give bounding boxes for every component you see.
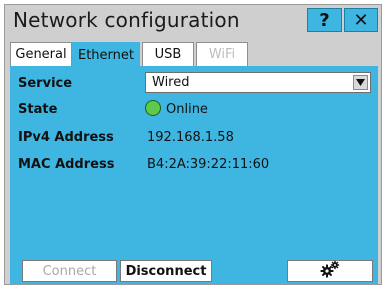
ipv4-label: IPv4 Address xyxy=(18,130,114,145)
help-icon: ? xyxy=(319,9,330,31)
service-select-value: Wired xyxy=(152,75,190,90)
online-status-icon xyxy=(145,100,161,116)
tab-usb[interactable]: USB xyxy=(142,42,194,66)
mac-label: MAC Address xyxy=(18,157,115,172)
service-select[interactable]: Wired xyxy=(145,72,371,93)
ipv4-value: 192.168.1.58 xyxy=(147,130,234,145)
ethernet-panel: Service Wired State Online IPv4 Address … xyxy=(10,66,378,284)
close-icon: ✕ xyxy=(353,9,369,31)
settings-button[interactable] xyxy=(287,260,373,282)
state-label: State xyxy=(18,102,58,117)
network-config-window: Network configuration ? ✕ General Ethern… xyxy=(4,4,382,285)
state-value: Online xyxy=(166,102,208,117)
title-bar: Network configuration ? ✕ xyxy=(5,5,381,37)
connect-button[interactable]: Connect xyxy=(22,260,117,282)
gears-icon xyxy=(319,260,341,282)
tab-general[interactable]: General xyxy=(10,42,72,66)
help-button[interactable]: ? xyxy=(307,8,342,32)
tab-ethernet[interactable]: Ethernet xyxy=(72,42,140,68)
window-title: Network configuration xyxy=(13,8,240,32)
close-button[interactable]: ✕ xyxy=(344,8,378,32)
tab-wifi[interactable]: WiFi xyxy=(196,42,248,66)
disconnect-button[interactable]: Disconnect xyxy=(120,260,212,282)
mac-value: B4:2A:39:22:11:60 xyxy=(147,157,270,172)
triangle-down-icon[interactable] xyxy=(353,75,368,90)
service-label: Service xyxy=(18,76,73,91)
